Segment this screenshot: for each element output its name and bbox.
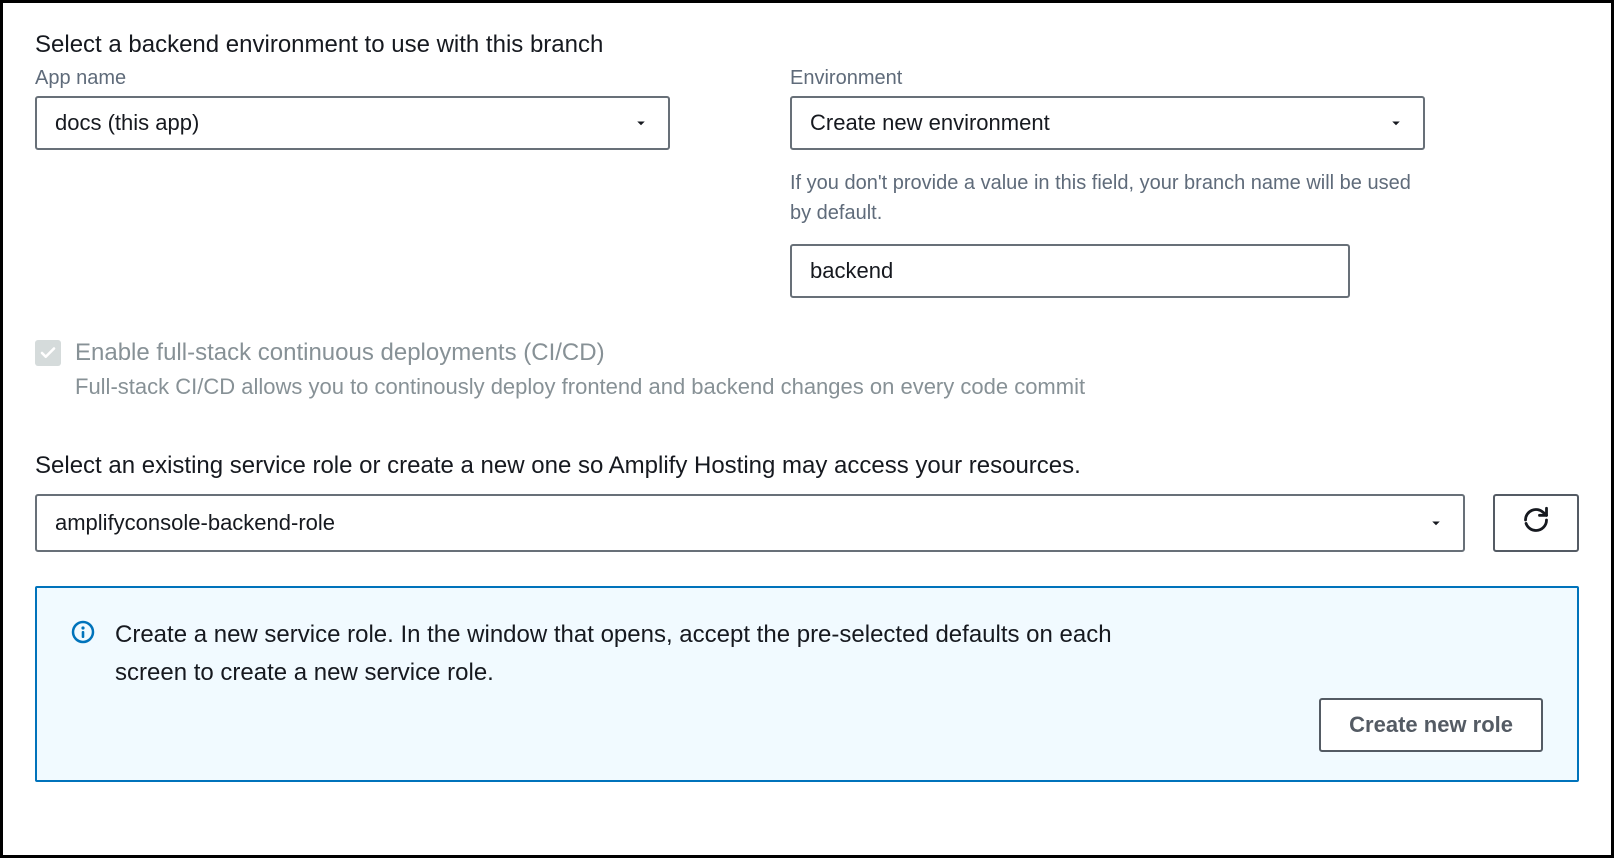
- app-name-label: App name: [35, 67, 670, 90]
- service-role-value: amplifyconsole-backend-role: [55, 510, 335, 536]
- caret-down-icon: [1387, 114, 1405, 132]
- environment-helper-text: If you don't provide a value in this fie…: [790, 168, 1425, 228]
- info-content: Create a new service role. In the window…: [71, 616, 1543, 693]
- environment-name-input[interactable]: [790, 244, 1350, 298]
- service-role-label: Select an existing service role or creat…: [35, 452, 1579, 480]
- info-box: Create a new service role. In the window…: [35, 586, 1579, 783]
- environment-label: Environment: [790, 67, 1425, 90]
- environment-column: Environment Create new environment If yo…: [790, 67, 1425, 298]
- environment-select[interactable]: Create new environment: [790, 96, 1425, 150]
- cicd-labels: Enable full-stack continuous deployments…: [75, 336, 1085, 400]
- refresh-icon: [1522, 506, 1550, 539]
- refresh-button[interactable]: [1493, 494, 1579, 552]
- environment-value: Create new environment: [810, 110, 1050, 136]
- cicd-title: Enable full-stack continuous deployments…: [75, 336, 1085, 370]
- create-new-role-button[interactable]: Create new role: [1319, 698, 1543, 752]
- app-name-select[interactable]: docs (this app): [35, 96, 670, 150]
- form-row: App name docs (this app) Environment Cre…: [35, 67, 1579, 298]
- app-name-column: App name docs (this app): [35, 67, 670, 298]
- info-button-row: Create new role: [71, 698, 1543, 752]
- cicd-checkbox-row: Enable full-stack continuous deployments…: [35, 336, 1579, 400]
- app-name-value: docs (this app): [55, 110, 199, 136]
- caret-down-icon: [1427, 514, 1445, 532]
- caret-down-icon: [632, 114, 650, 132]
- info-text: Create a new service role. In the window…: [115, 616, 1135, 693]
- service-role-select[interactable]: amplifyconsole-backend-role: [35, 494, 1465, 552]
- backend-environment-panel: Select a backend environment to use with…: [0, 0, 1614, 858]
- section-title: Select a backend environment to use with…: [35, 31, 1579, 59]
- cicd-description: Full-stack CI/CD allows you to continous…: [75, 374, 1085, 400]
- cicd-checkbox[interactable]: [35, 340, 61, 366]
- service-role-row: amplifyconsole-backend-role: [35, 494, 1579, 552]
- info-icon: [71, 620, 95, 649]
